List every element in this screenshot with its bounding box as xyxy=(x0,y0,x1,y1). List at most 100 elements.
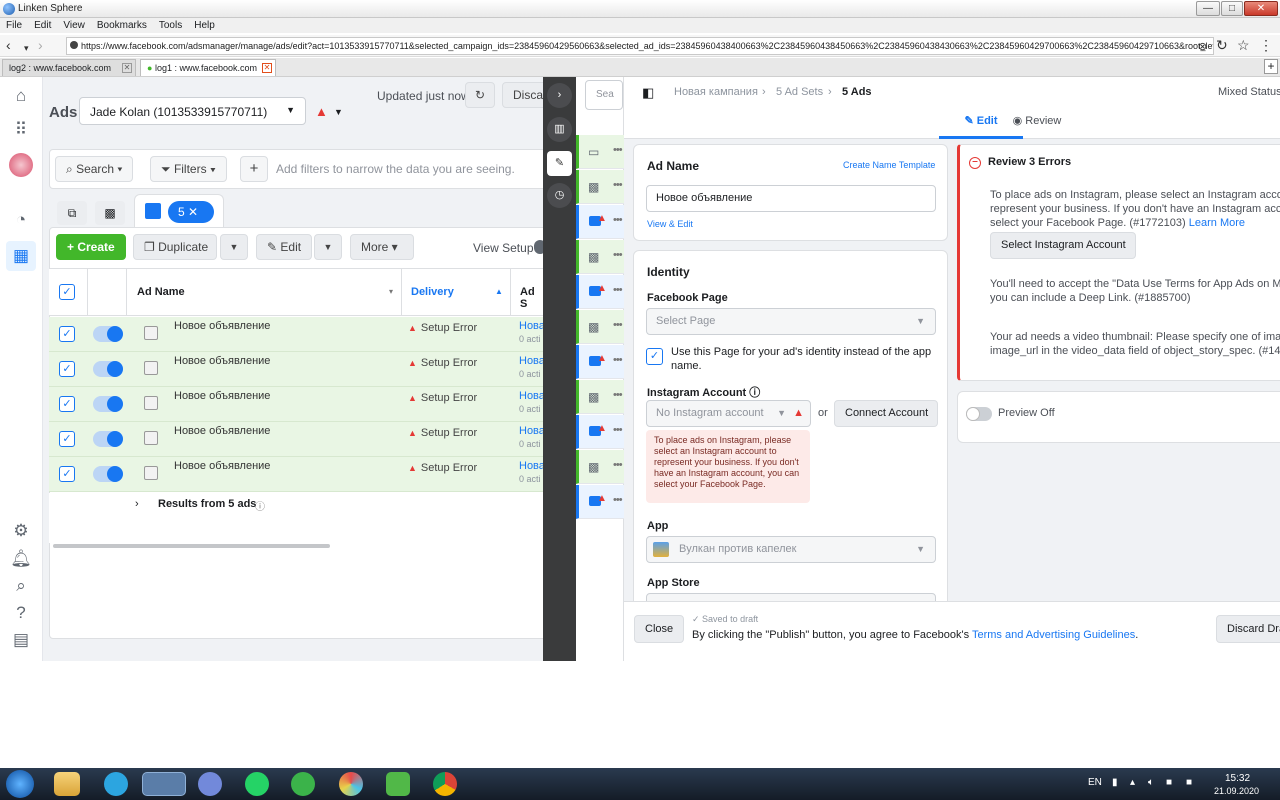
mixed-status[interactable]: Mixed Status xyxy=(1218,86,1280,98)
maximize-button[interactable]: □ xyxy=(1221,1,1243,16)
ad-set-link[interactable]: Нова xyxy=(519,390,543,402)
column-header-delivery[interactable]: Delivery xyxy=(411,286,454,298)
tray-network-icon[interactable]: ▮ xyxy=(1112,777,1118,788)
more-options-icon[interactable]: ••• xyxy=(613,424,623,436)
more-options-icon[interactable]: ••• xyxy=(613,144,623,156)
discard-button[interactable]: Discard xyxy=(502,82,543,108)
linken-sphere-icon[interactable] xyxy=(142,772,186,796)
chrome-icon[interactable] xyxy=(433,772,457,796)
tree-item-ad[interactable]: ••• xyxy=(576,345,624,379)
more-options-icon[interactable]: ••• xyxy=(613,319,623,331)
more-options-icon[interactable]: ••• xyxy=(613,354,623,366)
back-icon[interactable]: ‹ xyxy=(6,38,11,52)
preview-toggle[interactable] xyxy=(966,407,992,421)
edit-dropdown-button[interactable]: ▼ xyxy=(314,234,342,260)
menu-edit[interactable]: Edit xyxy=(34,18,51,33)
discard-draft-button[interactable]: Discard Dra xyxy=(1216,615,1280,643)
campaigns-tab-icon[interactable]: ⧉ xyxy=(57,201,87,225)
tree-item-ad[interactable]: ••• xyxy=(576,275,624,309)
adsets-tab-icon[interactable]: ▩ xyxy=(95,201,125,225)
tree-item-adset[interactable]: ▩ ••• xyxy=(576,450,624,484)
row-toggle[interactable] xyxy=(93,431,123,447)
address-bar[interactable]: https://www.facebook.com/adsmanager/mana… xyxy=(66,37,1214,55)
close-tab-icon[interactable]: ✕ xyxy=(122,63,132,73)
tree-item-adset[interactable]: ▩ ••• xyxy=(576,240,624,274)
terms-link[interactable]: Terms and Advertising Guidelines xyxy=(972,629,1135,641)
select-instagram-account-button[interactable]: Select Instagram Account xyxy=(990,232,1136,259)
row-checkbox[interactable]: ✓ xyxy=(59,396,75,412)
menu-bookmarks[interactable]: Bookmarks xyxy=(97,18,147,33)
expand-chevron-icon[interactable]: › xyxy=(135,498,139,510)
davinci-icon[interactable] xyxy=(339,772,363,796)
browser-tab-log2[interactable]: log2 : www.facebook.com ✕ xyxy=(2,59,136,76)
row-toggle[interactable] xyxy=(93,466,123,482)
duplicate-dropdown-button[interactable]: ▼ xyxy=(220,234,248,260)
learn-more-link[interactable]: Learn More xyxy=(1189,217,1245,229)
add-filter-button[interactable]: + xyxy=(240,156,268,182)
app-select[interactable]: Вулкан против капелек ▼ xyxy=(646,536,936,563)
close-editor-button[interactable]: Close xyxy=(634,615,684,643)
ad-set-link[interactable]: Нова xyxy=(519,355,543,367)
breadcrumb-campaign[interactable]: Новая кампания xyxy=(674,86,758,98)
menu-help[interactable]: Help xyxy=(194,18,215,33)
info-icon[interactable]: ⓘ xyxy=(255,498,265,513)
ad-name-input[interactable]: Новое объявление xyxy=(646,185,936,212)
apps-grid-icon[interactable]: ⠿ xyxy=(10,119,32,141)
menu-file[interactable]: File xyxy=(6,18,22,33)
camtasia-icon[interactable] xyxy=(386,772,410,796)
more-options-icon[interactable]: ••• xyxy=(613,249,623,261)
instagram-account-select[interactable]: No Instagram account ▼ ▲ xyxy=(646,400,811,427)
account-avatar[interactable] xyxy=(9,153,33,177)
duplicate-button[interactable]: ❐ Duplicate xyxy=(133,234,217,260)
tree-search-input[interactable]: Sea xyxy=(585,80,623,110)
browser-tab-log1[interactable]: ● log1 : www.facebook.com ✕ xyxy=(140,59,276,76)
create-name-template-link[interactable]: Create Name Template xyxy=(843,160,935,170)
breadcrumb-adsets[interactable]: 5 Ad Sets xyxy=(776,86,823,98)
filter-placeholder[interactable]: Add filters to narrow the data you are s… xyxy=(276,162,515,176)
collapse-arrow-icon[interactable]: › xyxy=(547,83,572,108)
sort-ascending-icon[interactable]: ▲ xyxy=(495,287,503,296)
tree-item-adset[interactable]: ▩ ••• xyxy=(576,310,624,344)
whatsapp-icon[interactable] xyxy=(245,772,269,796)
search-icon[interactable]: ⌕ xyxy=(10,575,32,597)
bookmark-star-icon[interactable]: ☆ xyxy=(1237,38,1250,52)
clear-selection-icon[interactable]: ✕ xyxy=(188,205,198,219)
search-button[interactable]: ⌕ Search ▾ xyxy=(55,156,134,182)
clock-time[interactable]: 15:32 xyxy=(1225,773,1250,784)
row-toggle[interactable] xyxy=(93,396,123,412)
reload-icon[interactable]: ↻ xyxy=(1216,38,1228,52)
view-setup-toggle[interactable] xyxy=(534,240,543,254)
ads-table-icon[interactable]: ▦ xyxy=(6,241,36,271)
explorer-folder-icon[interactable] xyxy=(54,772,80,796)
row-checkbox[interactable]: ✓ xyxy=(59,431,75,447)
filters-button[interactable]: ⏷ Filters ▾ xyxy=(150,156,227,182)
history-dropdown-icon[interactable]: ▾ xyxy=(24,41,29,55)
view-edit-link[interactable]: View & Edit xyxy=(647,219,693,229)
tree-item-ad[interactable]: ••• xyxy=(576,205,624,239)
account-warning-icon[interactable]: ▲ xyxy=(315,104,328,119)
table-row[interactable]: ✓ Новое объявление ▲ Setup Error Нова 0 a… xyxy=(49,317,543,352)
select-all-checkbox[interactable]: ✓ xyxy=(59,284,75,300)
table-row[interactable]: ✓ Новое объявление ▲ Setup Error Нова 0 a… xyxy=(49,352,543,387)
help-icon[interactable]: ? xyxy=(10,602,32,624)
ad-name[interactable]: Новое объявление xyxy=(174,460,270,472)
notifications-bell-icon[interactable]: 🔔︎ xyxy=(10,548,32,570)
tree-item-ad[interactable]: ••• xyxy=(576,485,624,519)
more-options-icon[interactable]: ••• xyxy=(613,284,623,296)
chart-icon[interactable]: ▥ xyxy=(547,117,572,142)
ad-set-link[interactable]: Нова xyxy=(519,460,543,472)
more-options-icon[interactable]: ••• xyxy=(613,389,623,401)
tree-item-ad[interactable]: ••• xyxy=(576,415,624,449)
tab-review[interactable]: ◉ Review xyxy=(1002,113,1072,139)
tree-item-campaign[interactable]: ▭ ••• xyxy=(576,135,624,169)
menu-tools[interactable]: Tools xyxy=(159,18,182,33)
ads-tab[interactable]: 5 ✕ xyxy=(134,194,224,228)
table-row[interactable]: ✓ Новое объявление ▲ Setup Error Нова 0 a… xyxy=(49,457,543,492)
column-header-ad-set[interactable]: Ad S xyxy=(520,286,543,310)
row-toggle[interactable] xyxy=(93,361,123,377)
more-options-icon[interactable]: ••• xyxy=(613,214,623,226)
more-options-icon[interactable]: ••• xyxy=(613,179,623,191)
column-header-ad-name[interactable]: Ad Name xyxy=(137,286,185,298)
tree-item-adset[interactable]: ▩ ••• xyxy=(576,380,624,414)
stop-icon[interactable]: ⊗ xyxy=(1198,40,1207,54)
